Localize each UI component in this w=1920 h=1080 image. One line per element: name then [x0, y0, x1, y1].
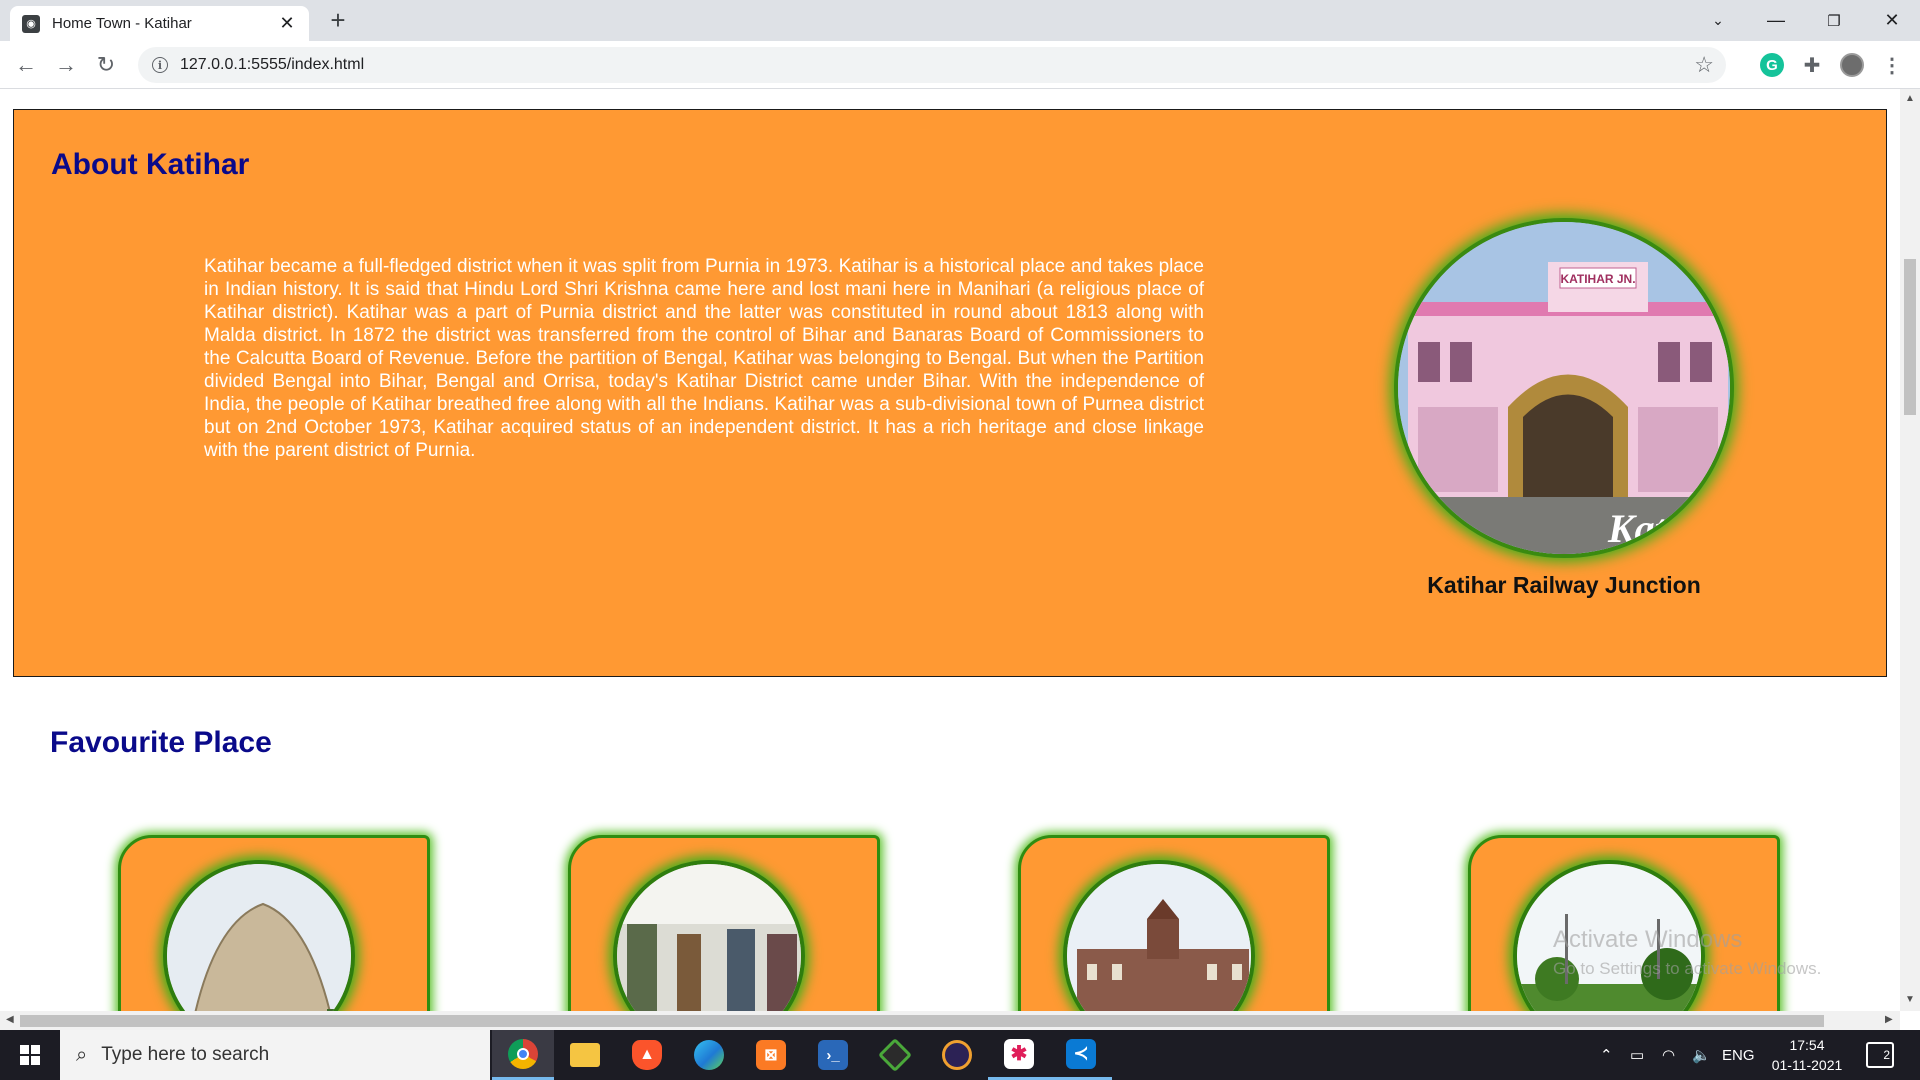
browser-tab-strip: ◉ Home Town - Katihar ✕ + ⌄ — ❐ ✕: [0, 0, 1920, 41]
windows-taskbar: ⌕ Type here to search ▲ ⊠ ›_ ✱ ≺ ⌃ ▭ ◠ 🔈…: [0, 1030, 1920, 1080]
vscode-taskbar-icon[interactable]: ≺: [1050, 1030, 1112, 1080]
back-arrow-icon[interactable]: ←: [10, 49, 42, 81]
notification-center-icon[interactable]: 2: [1866, 1042, 1894, 1068]
about-paragraph: Katihar became a full-fledged district w…: [204, 256, 1204, 461]
favourite-place-card[interactable]: [1018, 835, 1330, 1011]
scroll-right-arrow-icon[interactable]: ▶: [1885, 1014, 1893, 1025]
search-placeholder: Type here to search: [101, 1044, 270, 1065]
wifi-icon[interactable]: ◠: [1662, 1030, 1675, 1080]
battery-icon[interactable]: ▭: [1630, 1030, 1644, 1080]
favourite-place-card[interactable]: [118, 835, 430, 1011]
horizontal-scroll-thumb[interactable]: [20, 1015, 1824, 1027]
brave-taskbar-icon[interactable]: ▲: [616, 1030, 678, 1080]
new-tab-button[interactable]: +: [324, 6, 352, 34]
about-section: About Katihar Katihar became a full-fled…: [13, 109, 1887, 677]
tab-title: Home Town - Katihar: [52, 15, 192, 32]
taskbar-search-box[interactable]: ⌕ Type here to search: [60, 1030, 490, 1080]
activate-windows-hint: Go to Settings to activate Windows.: [1553, 959, 1822, 978]
show-hidden-icons-chevron-icon[interactable]: ⌃: [1600, 1030, 1613, 1080]
dome-monument-image: [167, 864, 351, 1011]
railway-junction-photo: KATIHAR JN. Kat: [1394, 218, 1734, 558]
browser-menu-icon[interactable]: ⋮: [1880, 53, 1904, 77]
palace-photo: [1063, 860, 1255, 1011]
taskbar-clock[interactable]: 17:54 01-11-2021: [1762, 1035, 1852, 1075]
eclipse-taskbar-icon[interactable]: [926, 1030, 988, 1080]
search-icon: ⌕: [76, 1043, 88, 1066]
notification-count: 2: [1883, 1048, 1890, 1062]
horizontal-scrollbar[interactable]: ◀ ▶: [0, 1011, 1900, 1030]
favourite-place-card[interactable]: [1468, 835, 1780, 1011]
extensions-puzzle-icon[interactable]: ✚: [1800, 53, 1824, 77]
clock-date: 01-11-2021: [1771, 1057, 1843, 1073]
address-bar[interactable]: i 127.0.0.1:5555/index.html ☆: [138, 47, 1726, 83]
file-explorer-taskbar-icon[interactable]: [554, 1030, 616, 1080]
reload-icon[interactable]: ↻: [90, 49, 122, 81]
url-text[interactable]: 127.0.0.1:5555/index.html: [180, 56, 364, 74]
museum-hall-image: [617, 864, 801, 1011]
clock-time: 17:54: [1789, 1037, 1825, 1053]
activate-windows-watermark: Activate Windows: [1553, 926, 1743, 953]
git-taskbar-icon[interactable]: [864, 1030, 926, 1080]
close-tab-icon[interactable]: ✕: [277, 13, 297, 34]
vertical-scroll-thumb[interactable]: [1904, 259, 1916, 415]
page-viewport: About Katihar Katihar became a full-fled…: [0, 89, 1900, 1011]
photo-overlay-text: Kat: [1607, 506, 1668, 551]
forward-arrow-icon[interactable]: →: [50, 49, 82, 81]
edge-taskbar-icon[interactable]: [678, 1030, 740, 1080]
scroll-up-arrow-icon[interactable]: ▲: [1905, 93, 1915, 104]
browser-toolbar: ← → ↻ i 127.0.0.1:5555/index.html ☆ G ✚ …: [0, 41, 1920, 89]
scroll-down-arrow-icon[interactable]: ▼: [1905, 994, 1915, 1005]
restore-button[interactable]: ❐: [1806, 0, 1862, 41]
palace-building-image: [1067, 864, 1251, 1011]
language-indicator[interactable]: ENG: [1722, 1030, 1755, 1080]
favourite-place-title: Favourite Place: [50, 726, 272, 759]
minimize-button[interactable]: —: [1748, 0, 1804, 41]
slack-taskbar-icon[interactable]: ✱: [988, 1030, 1050, 1080]
favourite-place-card[interactable]: [568, 835, 880, 1011]
start-button[interactable]: [0, 1030, 60, 1080]
powershell-taskbar-icon[interactable]: ›_: [802, 1030, 864, 1080]
museum-photo: [613, 860, 805, 1011]
profile-avatar[interactable]: [1840, 53, 1864, 77]
golghar-photo: [163, 860, 355, 1011]
chrome-taskbar-icon[interactable]: [492, 1030, 554, 1080]
site-info-icon[interactable]: i: [152, 57, 168, 73]
vertical-scrollbar[interactable]: ▲ ▼: [1900, 89, 1920, 1011]
railway-station-image: KATIHAR JN. Kat: [1398, 222, 1730, 554]
bookmark-star-icon[interactable]: ☆: [1694, 52, 1714, 78]
tab-search-chevron-icon[interactable]: ⌄: [1690, 0, 1746, 41]
about-title: About Katihar: [51, 148, 250, 181]
volume-icon[interactable]: 🔈: [1692, 1030, 1711, 1080]
browser-tab[interactable]: ◉ Home Town - Katihar ✕: [10, 6, 309, 41]
station-sign-text: KATIHAR JN.: [1560, 272, 1635, 286]
site-favicon-icon: ◉: [22, 14, 40, 33]
grammarly-extension-icon[interactable]: G: [1760, 53, 1784, 77]
xampp-taskbar-icon[interactable]: ⊠: [740, 1030, 802, 1080]
scroll-left-arrow-icon[interactable]: ◀: [6, 1014, 14, 1025]
close-window-button[interactable]: ✕: [1864, 0, 1920, 41]
photo-caption: Katihar Railway Junction: [1427, 572, 1701, 598]
